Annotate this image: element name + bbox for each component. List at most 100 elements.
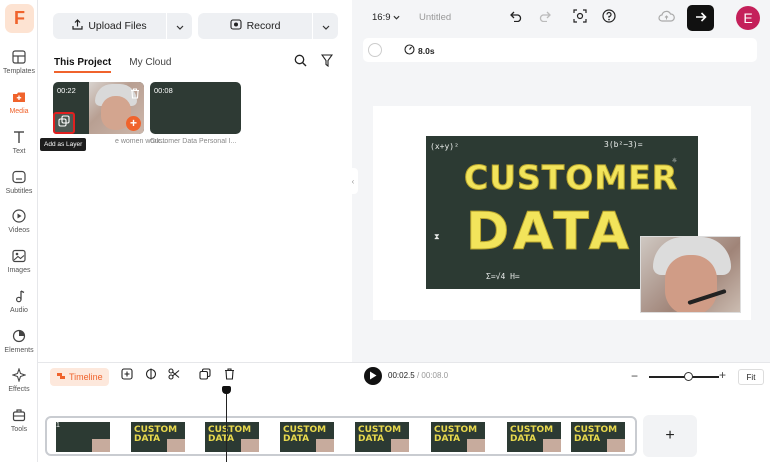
help-button[interactable] — [601, 8, 617, 28]
elements-icon — [10, 327, 28, 345]
project-title-input[interactable]: Untitled — [419, 12, 451, 23]
sidebar-item-subtitles[interactable]: Subtitles — [0, 168, 38, 204]
delete-clip-button[interactable] — [222, 367, 236, 385]
webcam-layer-overlay[interactable] — [640, 236, 741, 313]
undo-icon — [509, 9, 523, 27]
subtitles-icon — [10, 168, 28, 186]
search-icon — [294, 54, 307, 72]
sidebar-item-audio[interactable]: Audio — [0, 287, 38, 323]
screenshot-button[interactable] — [572, 8, 588, 28]
stopwatch-icon — [404, 44, 415, 57]
text-icon — [10, 128, 28, 146]
duration-value: 8.0s — [418, 45, 435, 56]
add-clip-button[interactable] — [120, 367, 134, 385]
zoom-in-button[interactable]: + — [719, 368, 726, 382]
user-avatar[interactable]: E — [736, 6, 760, 30]
sidebar-item-label: Elements — [4, 347, 34, 354]
media-item-video-2[interactable]: 00:08 — [150, 82, 241, 134]
cloud-save-button[interactable] — [657, 10, 675, 26]
search-button[interactable] — [289, 52, 311, 74]
camera-icon — [573, 8, 587, 28]
export-button[interactable] — [687, 5, 714, 31]
track-frame: CUSTOM DATA — [205, 422, 259, 452]
track-frame: CUSTOM DATA — [355, 422, 409, 452]
collapse-panel-handle[interactable]: ‹ — [348, 168, 358, 194]
audio-icon — [10, 287, 28, 305]
tab-my-cloud[interactable]: My Cloud — [129, 57, 171, 73]
board-title-line-1: CUSTOMER — [463, 158, 679, 198]
play-button[interactable] — [364, 367, 382, 385]
aspect-ratio-selector[interactable]: 16:9 — [372, 12, 400, 23]
chalk-doodle: ⧗ — [434, 232, 440, 241]
track-frame: CUSTOM DATA — [571, 422, 625, 452]
delete-media-button[interactable] — [130, 86, 140, 104]
sidebar-item-images[interactable]: Images — [0, 247, 38, 283]
undo-button[interactable] — [508, 10, 524, 26]
sidebar-item-label: Audio — [10, 307, 28, 314]
redo-icon — [538, 9, 551, 27]
upload-files-button[interactable]: Upload Files — [53, 13, 166, 39]
app-logo[interactable]: F — [5, 4, 34, 33]
video-track[interactable]: CUSTOM DATA CUSTOM DATA CUSTOM DATA CUSTOM D… — [45, 416, 637, 456]
duplicate-button[interactable] — [198, 368, 212, 383]
playback-time: 00:02.5 / 00:08.0 — [388, 371, 449, 380]
sidebar-item-label: Media — [9, 108, 29, 115]
duration-control[interactable]: 8.0s — [404, 44, 435, 57]
left-sidebar: F Templates Media Text Subtitles Videos … — [0, 0, 38, 462]
redo-button[interactable] — [536, 10, 552, 26]
track-frame: CUSTOM DATA — [507, 422, 561, 452]
add-track-button[interactable]: + — [643, 415, 697, 457]
record-label: Record — [246, 20, 281, 32]
zoom-out-button[interactable]: − — [631, 369, 638, 383]
plus-square-icon — [121, 367, 133, 385]
filter-button[interactable] — [316, 52, 338, 74]
tab-this-project[interactable]: This Project — [54, 57, 112, 73]
chevron-left-icon: ‹ — [351, 176, 355, 186]
sidebar-item-tools[interactable]: Tools — [0, 406, 38, 442]
record-button-group: Record — [198, 13, 338, 39]
sidebar-item-label: Videos — [8, 227, 30, 234]
timeline-toolbar: Timeline 00:02.5 / 00:08.0 − + Fit — [38, 362, 770, 390]
sidebar-item-label: Text — [12, 148, 26, 155]
sidebar-item-elements[interactable]: Elements — [0, 327, 38, 363]
sidebar-item-templates[interactable]: Templates — [0, 48, 38, 84]
templates-icon — [10, 48, 28, 66]
track-index: 1 — [56, 422, 60, 429]
zoom-slider-handle[interactable] — [684, 372, 694, 381]
sidebar-item-text[interactable]: Text — [0, 128, 38, 164]
trash-icon — [224, 367, 235, 385]
split-icon — [145, 367, 157, 385]
current-time: 00:02.5 — [388, 371, 415, 380]
fit-button[interactable]: Fit — [738, 369, 764, 385]
sidebar-item-effects[interactable]: Effects — [0, 366, 38, 402]
media-duration: 00:08 — [154, 86, 173, 95]
playhead-handle[interactable] — [222, 386, 231, 394]
arrow-right-icon — [695, 9, 707, 27]
media-tabs: This Project My Cloud — [54, 57, 172, 73]
upload-dropdown-button[interactable] — [166, 13, 192, 39]
split-button[interactable] — [144, 367, 158, 385]
media-panel: Upload Files Record This Project My Clou… — [38, 0, 352, 362]
aspect-ratio-label: 16:9 — [372, 12, 391, 23]
sidebar-item-media[interactable]: Media — [0, 88, 38, 124]
add-as-layer-button[interactable] — [53, 112, 75, 134]
chevron-down-icon — [393, 12, 400, 23]
add-to-timeline-button[interactable]: + — [126, 116, 141, 131]
chevron-down-icon — [176, 17, 184, 35]
help-icon — [602, 8, 616, 28]
media-item-name: Customer Data Personal I... — [150, 138, 237, 145]
track-frame: CUSTOM DATA — [431, 422, 485, 452]
chevron-down-icon — [322, 17, 330, 35]
sidebar-item-label: Effects — [8, 386, 30, 393]
record-icon — [230, 19, 242, 33]
trash-icon — [130, 86, 140, 103]
cut-button[interactable] — [167, 368, 181, 383]
timeline-toggle[interactable]: Timeline — [50, 368, 109, 386]
record-button[interactable]: Record — [198, 13, 312, 39]
background-color-swatch[interactable] — [368, 43, 382, 57]
layers-icon — [58, 114, 70, 132]
timeline-icon — [56, 371, 66, 383]
record-dropdown-button[interactable] — [312, 13, 338, 39]
board-title-line-2: DATA — [465, 202, 634, 263]
sidebar-item-videos[interactable]: Videos — [0, 207, 38, 243]
